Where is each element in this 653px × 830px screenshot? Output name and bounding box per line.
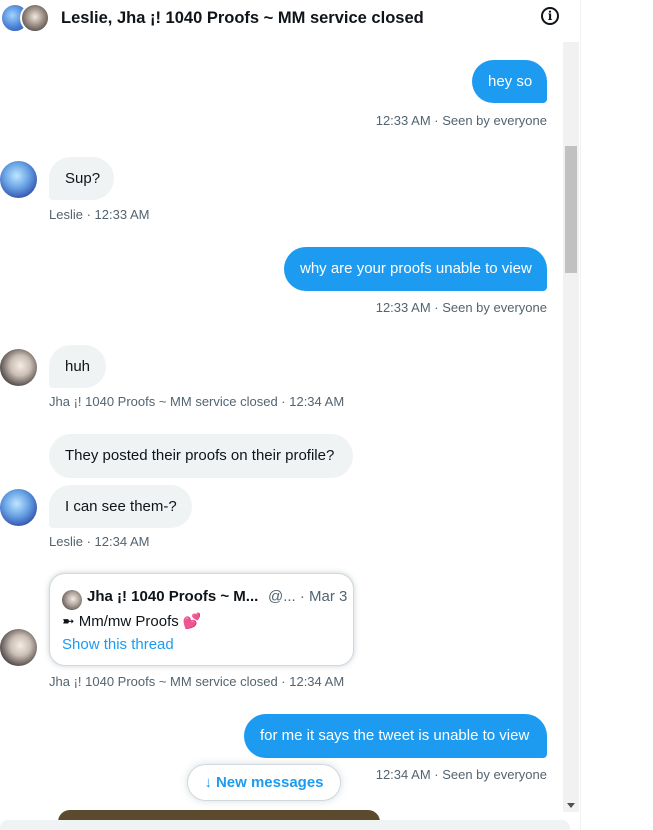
message-text: for me it says the tweet is unable to vi… (260, 727, 530, 744)
conversation-panel: Leslie, Jha ¡! 1040 Proofs ~ MM service … (0, 0, 581, 830)
arrow-down-icon: ↓ (204, 774, 212, 791)
tweet-author-name: Jha ¡! 1040 Proofs ~ M... (87, 588, 259, 605)
message-text: They posted their proofs on their profil… (65, 447, 335, 464)
show-thread-link[interactable]: Show this thread (62, 636, 174, 653)
new-messages-button[interactable]: ↓ New messages (187, 764, 341, 801)
avatar-leslie[interactable] (0, 161, 37, 198)
scrollbar[interactable] (563, 42, 579, 812)
conversation-title: Leslie, Jha ¡! 1040 Proofs ~ MM service … (61, 8, 424, 27)
message-bubble-outgoing[interactable]: why are your proofs unable to view (284, 247, 547, 291)
tweet-handle-date: @... · Mar 3 (268, 588, 348, 605)
message-bubble-incoming[interactable]: huh (49, 345, 106, 388)
message-text: Sup? (65, 169, 101, 187)
avatar (20, 3, 50, 33)
message-meta: Jha ¡! 1040 Proofs ~ MM service closed ·… (49, 394, 345, 409)
message-bubble-incoming[interactable]: I can see them-? (49, 485, 192, 528)
message-text: I can see them-? (65, 497, 177, 515)
group-avatars[interactable] (0, 0, 52, 36)
message-bubble-incoming[interactable]: Sup? (49, 157, 114, 200)
message-meta: 12:33 AM · Seen by everyone (375, 113, 547, 128)
message-meta: 12:34 AM · Seen by everyone (375, 767, 547, 782)
message-meta: Jha ¡! 1040 Proofs ~ MM service closed ·… (49, 674, 345, 689)
hearts-emoji-icon: 💕 (182, 613, 202, 630)
message-meta: Leslie · 12:33 AM (49, 207, 150, 222)
tweet-text: ➼ Mm/mw Proofs 💕 (62, 613, 202, 630)
message-text: why are your proofs unable to view (300, 260, 532, 277)
message-meta: 12:33 AM · Seen by everyone (375, 300, 547, 315)
message-bubble-incoming[interactable]: They posted their proofs on their profil… (49, 434, 353, 478)
message-text: hey so (488, 72, 533, 90)
scrollbar-thumb[interactable] (565, 146, 577, 273)
conversation-header: Leslie, Jha ¡! 1040 Proofs ~ MM service … (0, 0, 580, 36)
message-bubble-outgoing[interactable]: hey so (472, 60, 547, 103)
info-icon[interactable]: i (541, 7, 559, 25)
avatar-jha[interactable] (0, 629, 37, 666)
avatar (62, 590, 82, 610)
message-meta: Leslie · 12:34 AM (49, 534, 150, 549)
new-messages-label: New messages (215, 774, 324, 791)
shared-tweet-card[interactable]: Jha ¡! 1040 Proofs ~ M... @... · Mar 3 ➼… (49, 573, 354, 666)
message-composer[interactable] (0, 820, 570, 830)
message-bubble-outgoing[interactable]: for me it says the tweet is unable to vi… (244, 714, 547, 758)
message-text: huh (65, 357, 91, 375)
avatar-jha[interactable] (0, 349, 37, 386)
avatar-leslie[interactable] (0, 489, 37, 526)
scroll-down-arrow-icon[interactable] (567, 803, 575, 808)
